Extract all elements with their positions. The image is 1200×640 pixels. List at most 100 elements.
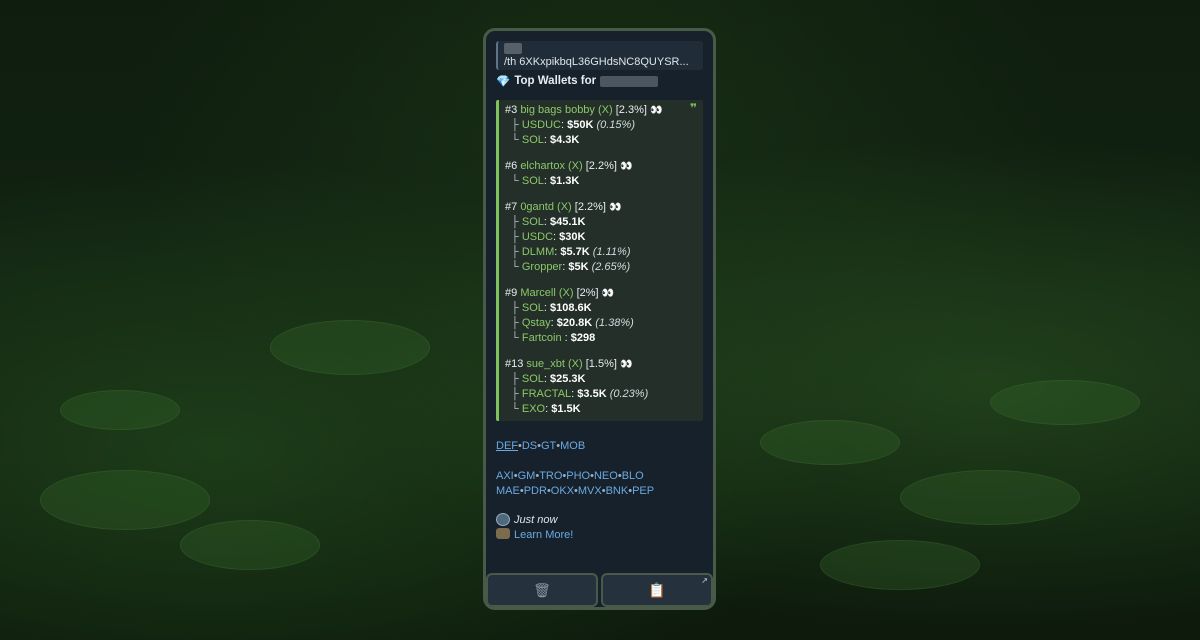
reply-text: /th 6XKxpikbqL36GHdsNC8QUYSR...: [504, 56, 689, 68]
site-link[interactable]: DEF: [496, 440, 518, 452]
site-link[interactable]: GM: [518, 470, 536, 482]
tree-connector: └: [511, 332, 519, 344]
x-profile-link[interactable]: (X): [598, 104, 613, 116]
link-row: AXI•GM•TRO•PHO•NEO•BLO: [496, 469, 703, 484]
site-link[interactable]: AXI: [496, 470, 514, 482]
wallet-rank: #7: [505, 201, 518, 213]
token-link[interactable]: SOL: [522, 134, 544, 146]
site-link[interactable]: BNK: [606, 485, 629, 497]
site-link[interactable]: MAE: [496, 485, 520, 497]
token-link[interactable]: Qstay: [522, 317, 551, 329]
wallet-header: #3 big bags bobby (X) [2.3%] 👀: [505, 103, 697, 118]
wallet-name-link[interactable]: elchartox: [520, 160, 565, 172]
holding-line: └ SOL: $4.3K: [505, 133, 697, 148]
holding-value: $30K: [559, 231, 586, 243]
site-link[interactable]: PHO: [566, 470, 590, 482]
tree-connector: └: [511, 403, 519, 415]
wallet-header: #13 sue_xbt (X) [1.5%] 👀: [505, 357, 697, 372]
wallet-name-link[interactable]: big bags bobby: [520, 104, 595, 116]
wallet-share: [2.2%]: [574, 201, 606, 213]
wallet-entry: #13 sue_xbt (X) [1.5%] 👀 ├ SOL: $25.3K ├ F…: [505, 357, 697, 417]
x-profile-link[interactable]: (X): [559, 287, 574, 299]
token-link[interactable]: DLMM: [522, 246, 554, 258]
x-profile-link[interactable]: (X): [568, 160, 583, 172]
holding-percent: (1.11%): [592, 246, 631, 258]
holding-line: └ Fartcoin : $298: [505, 331, 697, 346]
tree-connector: ├: [511, 302, 519, 314]
site-link[interactable]: PEP: [632, 485, 654, 497]
holding-line: ├ USDC: $30K: [505, 230, 697, 245]
holding-percent: (0.23%): [609, 388, 649, 400]
token-link[interactable]: EXO: [522, 403, 545, 415]
delete-button[interactable]: 🗑: [486, 573, 598, 607]
wallet-header: #6 elchartox (X) [2.2%] 👀: [505, 159, 697, 174]
reply-preview[interactable]: /th 6XKxpikbqL36GHdsNC8QUYSR...: [496, 41, 703, 70]
wallet-rank: #3: [505, 104, 518, 116]
token-link[interactable]: Fartcoin: [522, 332, 565, 344]
holding-value: $1.5K: [551, 403, 581, 415]
tree-connector: ├: [511, 246, 519, 258]
wallet-name-link[interactable]: sue_xbt: [526, 358, 565, 370]
message-footer: Just now Learn More!: [496, 513, 703, 543]
telegram-message-panel: /th 6XKxpikbqL36GHdsNC8QUYSR... 💎 Top Wa…: [483, 28, 716, 610]
tree-connector: ├: [511, 231, 519, 243]
token-link[interactable]: USDUC: [522, 119, 561, 131]
tree-connector: └: [511, 261, 519, 273]
tree-connector: ├: [511, 216, 519, 228]
wallet-name-link[interactable]: 0gantd: [520, 201, 554, 213]
wallet-entry: #6 elchartox (X) [2.2%] 👀 └ SOL: $1.3K: [505, 159, 697, 189]
learn-more-link[interactable]: Learn More!: [514, 528, 573, 543]
holding-line: └ SOL: $1.3K: [505, 174, 697, 189]
site-link[interactable]: TRO: [539, 470, 562, 482]
trash-icon: 🗑: [533, 581, 551, 598]
token-link[interactable]: SOL: [522, 302, 544, 314]
holding-percent: (0.15%): [596, 119, 635, 131]
link-row: DEF•DS•GT•MOB: [496, 439, 703, 454]
holding-line: └ EXO: $1.5K: [505, 402, 697, 417]
wallet-share: [1.5%]: [585, 358, 617, 370]
wallet-rank: #9: [505, 287, 518, 299]
token-link[interactable]: Gropper: [522, 261, 562, 273]
site-link[interactable]: PDR: [524, 485, 547, 497]
message-title: 💎 Top Wallets for: [496, 74, 703, 88]
clipboard-icon: 📋: [648, 581, 666, 598]
holding-value: $45.1K: [550, 216, 586, 228]
site-link[interactable]: MOB: [560, 440, 585, 452]
token-link[interactable]: USDC: [522, 231, 553, 243]
holding-line: ├ USDUC: $50K (0.15%): [505, 118, 697, 133]
x-profile-link[interactable]: (X): [557, 201, 572, 213]
diamond-icon: 💎: [496, 76, 511, 88]
site-link[interactable]: GT: [541, 440, 556, 452]
wallet-header: #7 0gantd (X) [2.2%] 👀: [505, 200, 697, 215]
site-link[interactable]: OKX: [551, 485, 574, 497]
holding-line: ├ FRACTAL: $3.5K (0.23%): [505, 387, 697, 402]
site-link[interactable]: BLO: [622, 470, 644, 482]
holding-value: $108.6K: [550, 302, 592, 314]
holding-percent: (2.65%): [591, 261, 631, 273]
holding-line: └ Gropper: $5K (2.65%): [505, 260, 697, 275]
copy-button[interactable]: 📋 ↗: [601, 573, 713, 607]
wallets-quote-block: ❞ #3 big bags bobby (X) [2.3%] 👀 ├ USDUC:…: [496, 100, 703, 421]
holding-value: $5K: [568, 261, 589, 273]
wallet-share: [2.3%]: [615, 104, 647, 116]
wallet-entry: #7 0gantd (X) [2.2%] 👀 ├ SOL: $45.1K ├ USD…: [505, 200, 697, 275]
site-link[interactable]: DS: [522, 440, 537, 452]
holding-value: $1.3K: [550, 175, 580, 187]
x-profile-link[interactable]: (X): [568, 358, 583, 370]
timestamp: Just now: [514, 514, 558, 526]
eyes-icon: 👀: [601, 288, 614, 299]
site-link[interactable]: MVX: [578, 485, 602, 497]
link-row: [496, 454, 703, 469]
token-link[interactable]: SOL: [522, 216, 544, 228]
holding-value: $298: [570, 332, 596, 344]
token-link[interactable]: SOL: [522, 175, 544, 187]
token-link[interactable]: SOL: [522, 373, 544, 385]
title-text: Top Wallets for: [514, 75, 597, 87]
token-link[interactable]: FRACTAL: [522, 388, 571, 400]
site-link[interactable]: NEO: [594, 470, 618, 482]
holding-line: ├ SOL: $108.6K: [505, 301, 697, 316]
holding-line: ├ DLMM: $5.7K (1.11%): [505, 245, 697, 260]
wallet-rank: #13: [505, 358, 524, 370]
wallet-name-link[interactable]: Marcell: [520, 287, 555, 299]
eyes-icon: 👀: [620, 359, 632, 370]
